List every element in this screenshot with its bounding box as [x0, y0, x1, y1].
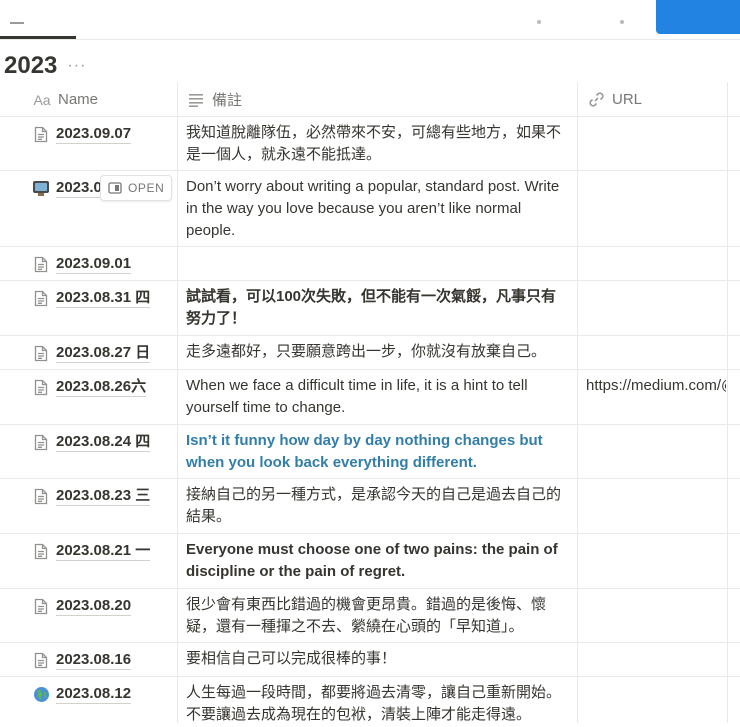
page-icon	[32, 344, 50, 362]
database-title: 2023	[4, 52, 58, 79]
page-icon	[32, 487, 50, 505]
row-name[interactable]: 2023.08.21 一	[56, 542, 151, 561]
note-cell[interactable]: 很少會有東西比錯過的機會更昂貴。錯過的是後悔、懷疑，還有一種揮之不去、縈繞在心頭…	[186, 594, 570, 638]
view-tab-icon[interactable]	[10, 22, 24, 24]
page-icon	[32, 289, 50, 307]
note-cell[interactable]: Don’t worry about writing a popular, sta…	[186, 176, 570, 242]
name-cell[interactable]: 2023.08.20	[32, 596, 132, 616]
page-icon	[32, 651, 50, 669]
tv-icon	[32, 179, 50, 197]
name-cell[interactable]: 2023.08.26六	[32, 377, 147, 397]
name-cell[interactable]: 2023.09.05	[32, 178, 100, 198]
page-icon	[32, 378, 50, 396]
link-icon	[586, 90, 606, 110]
table-row[interactable]: 2023.08.23 三 接納自己的另一種方式，是承認今天的自己是過去自己的結果…	[0, 479, 740, 534]
database-title-area: 2023 ···	[4, 50, 86, 82]
table-row[interactable]: 2023.09.01	[0, 247, 740, 281]
table-row[interactable]: 2023.08.16 要相信自己可以完成很棒的事！	[0, 643, 740, 677]
table-row[interactable]: 2023.08.21 一 Everyone must choose one of…	[0, 534, 740, 589]
name-cell[interactable]: 2023.09.01	[32, 254, 132, 274]
table-header: Aa Name 備註 URL	[0, 82, 740, 117]
table-row[interactable]: 2023.08.27 日 走多遠都好，只要願意跨出一步，你就沒有放棄自己。	[0, 336, 740, 370]
open-panel-icon	[108, 182, 122, 194]
note-cell[interactable]: 我知道脫離隊伍，必然帶來不安，可總有些地方，如果不是一個人，就永遠不能抵達。	[186, 122, 570, 166]
table-row[interactable]: 2023.08.26六 When we face a difficult tim…	[0, 370, 740, 425]
row-name[interactable]: 2023.08.20	[56, 597, 132, 616]
note-cell[interactable]: 人生每過一段時間，都要將過去清零，讓自己重新開始。不要讓過去成為現在的包袱，清裝…	[186, 682, 570, 726]
note-cell[interactable]: 走多遠都好，只要願意跨出一步，你就沒有放棄自己。	[186, 341, 570, 363]
table-row[interactable]: 2023.08.24 四 Isn’t it funny how day by d…	[0, 425, 740, 479]
more-options-icon[interactable]: ···	[67, 58, 86, 74]
url-cell[interactable]: https://medium.com/@	[586, 375, 726, 397]
globe-icon	[32, 685, 50, 703]
row-name[interactable]: 2023.09.07	[56, 125, 132, 144]
note-cell[interactable]: Isn’t it funny how day by day nothing ch…	[186, 430, 570, 474]
row-name[interactable]: 2023.08.31 四	[56, 289, 151, 308]
row-name[interactable]: 2023.08.27 日	[56, 344, 151, 363]
divider	[0, 39, 740, 40]
open-button-label: OPEN	[128, 181, 165, 195]
note-cell[interactable]: 要相信自己可以完成很棒的事！	[186, 648, 570, 670]
page-icon	[32, 433, 50, 451]
row-name[interactable]: 2023.08.12	[56, 685, 132, 704]
name-cell[interactable]: 2023.08.27 日	[32, 343, 151, 363]
table-row[interactable]: 2023.08.12 人生每過一段時間，都要將過去清零，讓自己重新開始。不要讓過…	[0, 677, 740, 727]
page-icon	[32, 125, 50, 143]
row-name[interactable]: 2023.08.16	[56, 651, 132, 670]
row-name[interactable]: 2023.08.24 四	[56, 433, 151, 452]
note-cell[interactable]: Everyone must choose one of two pains: t…	[186, 539, 570, 583]
name-cell[interactable]: 2023.08.24 四	[32, 432, 151, 452]
page-icon	[32, 597, 50, 615]
column-label: Name	[58, 91, 99, 108]
table-row[interactable]: 2023.09.07 我知道脫離隊伍，必然帶來不安，可總有些地方，如果不是一個人…	[0, 117, 740, 171]
row-name[interactable]: 2023.09.01	[56, 255, 132, 274]
row-name[interactable]: 2023.08.23 三	[56, 487, 151, 506]
note-cell[interactable]: When we face a difficult time in life, i…	[186, 375, 570, 419]
column-header-url[interactable]: URL	[586, 82, 642, 117]
top-bar	[0, 0, 740, 40]
row-name[interactable]: 2023.08.26六	[56, 378, 147, 397]
table-row[interactable]: 2023.08.20 很少會有東西比錯過的機會更昂貴。錯過的是後悔、懷疑，還有一…	[0, 589, 740, 643]
open-button[interactable]: OPEN	[100, 175, 173, 201]
page-icon	[32, 255, 50, 273]
column-header-note[interactable]: 備註	[186, 82, 242, 117]
name-cell[interactable]: 2023.08.12	[32, 684, 132, 704]
name-cell[interactable]: 2023.08.23 三	[32, 486, 151, 506]
name-cell[interactable]: 2023.08.16	[32, 650, 132, 670]
column-label: 備註	[212, 92, 243, 109]
toolbar-dot	[620, 20, 624, 24]
note-cell[interactable]: 接納自己的另一種方式，是承認今天的自己是過去自己的結果。	[186, 484, 570, 528]
new-button[interactable]	[656, 0, 740, 34]
table-row[interactable]: 2023.08.31 四 試試看，可以100次失敗，但不能有一次氣餒，凡事只有努…	[0, 281, 740, 336]
name-cell[interactable]: 2023.08.21 一	[32, 541, 151, 561]
page-icon	[32, 542, 50, 560]
table-row[interactable]: 2023.09.05 OPEN Don’t worry about writin…	[0, 171, 740, 247]
name-cell[interactable]: 2023.09.07	[32, 124, 132, 144]
name-cell[interactable]: 2023.08.31 四	[32, 288, 151, 308]
column-label: URL	[612, 91, 643, 108]
row-name[interactable]: 2023.09.05	[56, 179, 100, 198]
toolbar-dot	[537, 20, 541, 24]
lines-icon	[186, 90, 206, 110]
text-type-icon: Aa	[33, 91, 51, 108]
column-header-name[interactable]: Aa Name	[32, 82, 98, 117]
note-cell[interactable]: 試試看，可以100次失敗，但不能有一次氣餒，凡事只有努力了！	[186, 286, 570, 330]
